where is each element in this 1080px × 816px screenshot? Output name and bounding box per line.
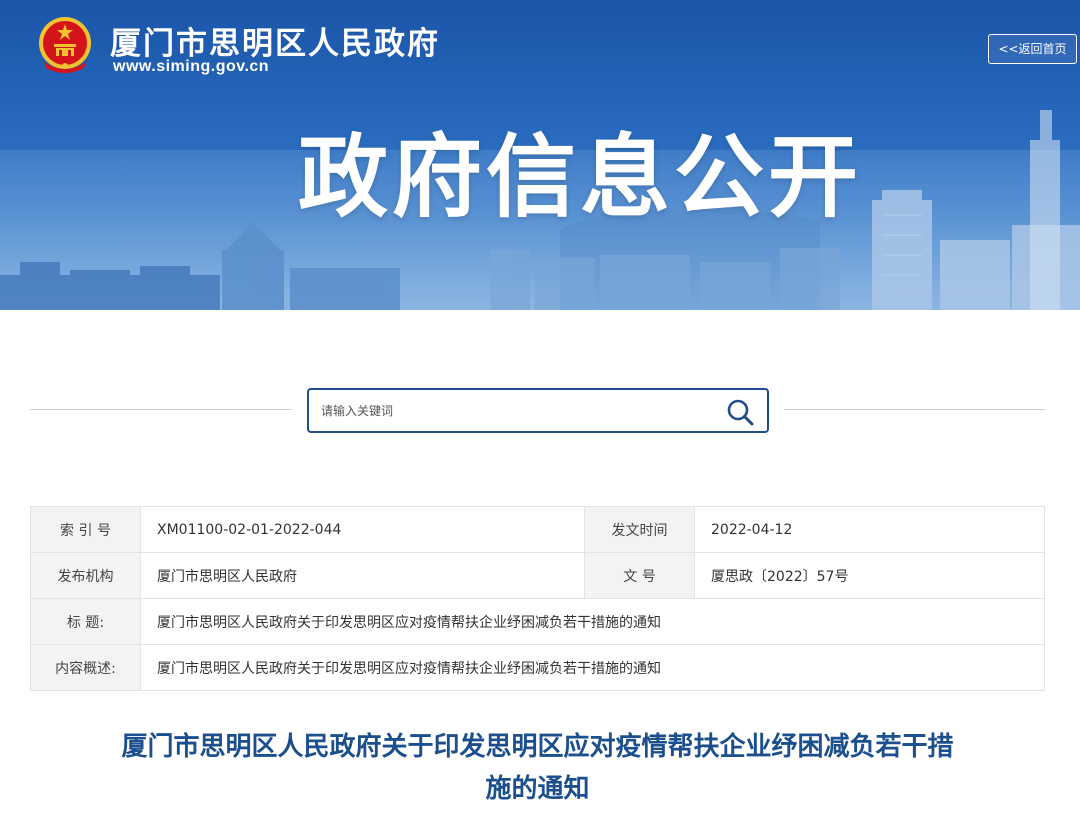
back-to-home-button[interactable]: <<返回首页: [988, 34, 1077, 64]
index-number-label: 索 引 号: [30, 506, 141, 553]
search-box: [307, 388, 769, 433]
publisher-value: 厦门市思明区人民政府: [140, 552, 585, 599]
search-input[interactable]: [321, 398, 701, 424]
header-banner: 厦门市思明区人民政府 www.siming.gov.cn <<返回首页 政府信息…: [0, 0, 1080, 310]
publish-date-label: 发文时间: [584, 506, 695, 553]
search-divider-right: [784, 409, 1045, 410]
summary-value: 厦门市思明区人民政府关于印发思明区应对疫情帮扶企业纾困减负若干措施的通知: [140, 644, 1045, 691]
publish-date-value: 2022-04-12: [694, 506, 1045, 553]
document-info-table: 索 引 号 XM01100-02-01-2022-044 发文时间 2022-0…: [30, 506, 1045, 691]
banner-title: 政府信息公开: [298, 125, 862, 230]
site-name: 厦门市思明区人民政府: [110, 26, 440, 62]
index-number-value: XM01100-02-01-2022-044: [140, 506, 585, 553]
document-title: 厦门市思明区人民政府关于印发思明区应对疫情帮扶企业纾困减负若干措 施的通知: [60, 726, 1015, 810]
site-url: www.siming.gov.cn: [113, 58, 270, 75]
national-emblem-icon: [39, 17, 91, 73]
table-row: 索 引 号 XM01100-02-01-2022-044 发文时间 2022-0…: [30, 506, 1045, 553]
publisher-label: 发布机构: [30, 552, 141, 599]
document-number-label: 文 号: [584, 552, 695, 599]
document-title-line-1: 厦门市思明区人民政府关于印发思明区应对疫情帮扶企业纾困减负若干措: [121, 732, 954, 762]
search-icon[interactable]: [725, 397, 755, 427]
search-divider-left: [30, 409, 292, 410]
table-row: 标 题: 厦门市思明区人民政府关于印发思明区应对疫情帮扶企业纾困减负若干措施的通…: [30, 598, 1045, 645]
table-row: 发布机构 厦门市思明区人民政府 文 号 厦思政〔2022〕57号: [30, 552, 1045, 599]
summary-label: 内容概述:: [30, 644, 141, 691]
title-value: 厦门市思明区人民政府关于印发思明区应对疫情帮扶企业纾困减负若干措施的通知: [140, 598, 1045, 645]
document-number-value: 厦思政〔2022〕57号: [694, 552, 1045, 599]
table-row: 内容概述: 厦门市思明区人民政府关于印发思明区应对疫情帮扶企业纾困减负若干措施的…: [30, 644, 1045, 691]
title-label: 标 题:: [30, 598, 141, 645]
document-title-line-2: 施的通知: [485, 774, 590, 804]
